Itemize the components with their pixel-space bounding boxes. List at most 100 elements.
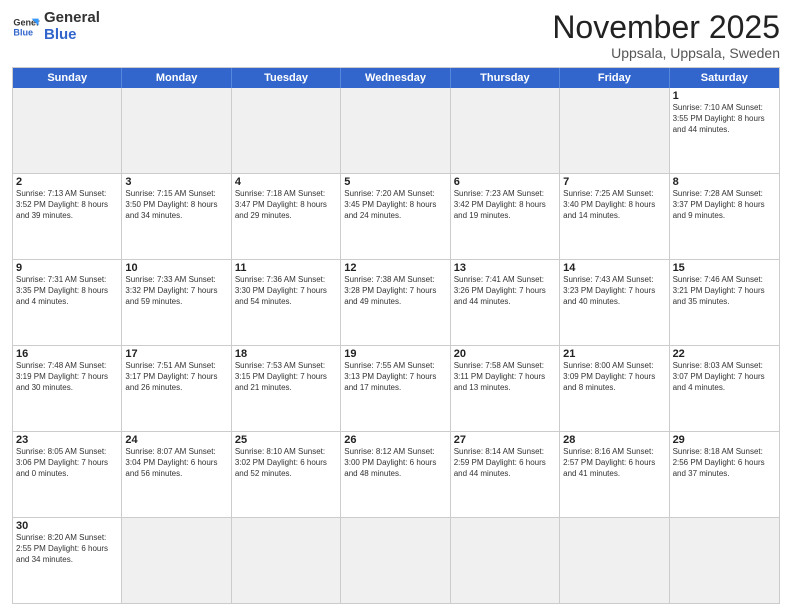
cell-info: Sunrise: 7:33 AM Sunset: 3:32 PM Dayligh…	[125, 275, 227, 307]
cell-info: Sunrise: 7:53 AM Sunset: 3:15 PM Dayligh…	[235, 361, 337, 393]
calendar-cell: 10Sunrise: 7:33 AM Sunset: 3:32 PM Dayli…	[122, 260, 231, 345]
calendar-cell: 15Sunrise: 7:46 AM Sunset: 3:21 PM Dayli…	[670, 260, 779, 345]
calendar-cell	[451, 518, 560, 603]
calendar-cell: 25Sunrise: 8:10 AM Sunset: 3:02 PM Dayli…	[232, 432, 341, 517]
calendar-cell: 13Sunrise: 7:41 AM Sunset: 3:26 PM Dayli…	[451, 260, 560, 345]
cell-info: Sunrise: 7:48 AM Sunset: 3:19 PM Dayligh…	[16, 361, 118, 393]
cell-info: Sunrise: 8:00 AM Sunset: 3:09 PM Dayligh…	[563, 361, 665, 393]
calendar-cell	[560, 88, 669, 173]
header-cell: Friday	[560, 68, 669, 88]
cell-info: Sunrise: 7:23 AM Sunset: 3:42 PM Dayligh…	[454, 189, 556, 221]
day-number: 29	[673, 434, 776, 446]
cell-info: Sunrise: 7:46 AM Sunset: 3:21 PM Dayligh…	[673, 275, 776, 307]
calendar-cell: 4Sunrise: 7:18 AM Sunset: 3:47 PM Daylig…	[232, 174, 341, 259]
cell-info: Sunrise: 7:10 AM Sunset: 3:55 PM Dayligh…	[673, 103, 776, 135]
calendar-cell: 22Sunrise: 8:03 AM Sunset: 3:07 PM Dayli…	[670, 346, 779, 431]
day-number: 6	[454, 176, 556, 188]
header-cell: Tuesday	[232, 68, 341, 88]
cell-info: Sunrise: 7:31 AM Sunset: 3:35 PM Dayligh…	[16, 275, 118, 307]
calendar-cell: 26Sunrise: 8:12 AM Sunset: 3:00 PM Dayli…	[341, 432, 450, 517]
calendar-cell: 30Sunrise: 8:20 AM Sunset: 2:55 PM Dayli…	[13, 518, 122, 603]
cell-info: Sunrise: 8:03 AM Sunset: 3:07 PM Dayligh…	[673, 361, 776, 393]
calendar-cell: 23Sunrise: 8:05 AM Sunset: 3:06 PM Dayli…	[13, 432, 122, 517]
day-number: 19	[344, 348, 446, 360]
calendar-row: 16Sunrise: 7:48 AM Sunset: 3:19 PM Dayli…	[13, 346, 779, 432]
cell-info: Sunrise: 7:36 AM Sunset: 3:30 PM Dayligh…	[235, 275, 337, 307]
calendar-cell: 17Sunrise: 7:51 AM Sunset: 3:17 PM Dayli…	[122, 346, 231, 431]
header-cell: Saturday	[670, 68, 779, 88]
calendar-cell	[122, 88, 231, 173]
header-cell: Monday	[122, 68, 231, 88]
calendar-cell	[232, 88, 341, 173]
cell-info: Sunrise: 7:43 AM Sunset: 3:23 PM Dayligh…	[563, 275, 665, 307]
cell-info: Sunrise: 8:14 AM Sunset: 2:59 PM Dayligh…	[454, 447, 556, 479]
day-number: 8	[673, 176, 776, 188]
page: General Blue General Blue November 2025 …	[0, 0, 792, 612]
day-number: 1	[673, 90, 776, 102]
day-number: 30	[16, 520, 118, 532]
calendar-cell	[341, 88, 450, 173]
calendar-cell: 8Sunrise: 7:28 AM Sunset: 3:37 PM Daylig…	[670, 174, 779, 259]
day-number: 26	[344, 434, 446, 446]
top-section: General Blue General Blue November 2025 …	[12, 10, 780, 61]
calendar-cell: 5Sunrise: 7:20 AM Sunset: 3:45 PM Daylig…	[341, 174, 450, 259]
day-number: 16	[16, 348, 118, 360]
month-title: November 2025	[552, 10, 780, 45]
day-number: 22	[673, 348, 776, 360]
logo: General Blue General Blue	[12, 10, 100, 43]
calendar-cell	[232, 518, 341, 603]
day-number: 2	[16, 176, 118, 188]
cell-info: Sunrise: 7:15 AM Sunset: 3:50 PM Dayligh…	[125, 189, 227, 221]
cell-info: Sunrise: 8:20 AM Sunset: 2:55 PM Dayligh…	[16, 533, 118, 565]
cell-info: Sunrise: 7:28 AM Sunset: 3:37 PM Dayligh…	[673, 189, 776, 221]
cell-info: Sunrise: 8:05 AM Sunset: 3:06 PM Dayligh…	[16, 447, 118, 479]
cell-info: Sunrise: 7:13 AM Sunset: 3:52 PM Dayligh…	[16, 189, 118, 221]
day-number: 25	[235, 434, 337, 446]
calendar-cell: 2Sunrise: 7:13 AM Sunset: 3:52 PM Daylig…	[13, 174, 122, 259]
calendar-cell: 3Sunrise: 7:15 AM Sunset: 3:50 PM Daylig…	[122, 174, 231, 259]
header-cell: Wednesday	[341, 68, 450, 88]
calendar-cell	[670, 518, 779, 603]
calendar: SundayMondayTuesdayWednesdayThursdayFrid…	[12, 67, 780, 604]
calendar-cell	[13, 88, 122, 173]
day-number: 21	[563, 348, 665, 360]
day-number: 7	[563, 176, 665, 188]
logo-text: General Blue	[44, 10, 100, 43]
day-number: 20	[454, 348, 556, 360]
calendar-cell: 27Sunrise: 8:14 AM Sunset: 2:59 PM Dayli…	[451, 432, 560, 517]
day-number: 18	[235, 348, 337, 360]
cell-info: Sunrise: 8:07 AM Sunset: 3:04 PM Dayligh…	[125, 447, 227, 479]
cell-info: Sunrise: 8:16 AM Sunset: 2:57 PM Dayligh…	[563, 447, 665, 479]
header-cell: Thursday	[451, 68, 560, 88]
calendar-cell: 28Sunrise: 8:16 AM Sunset: 2:57 PM Dayli…	[560, 432, 669, 517]
calendar-cell: 18Sunrise: 7:53 AM Sunset: 3:15 PM Dayli…	[232, 346, 341, 431]
calendar-cell: 1Sunrise: 7:10 AM Sunset: 3:55 PM Daylig…	[670, 88, 779, 173]
cell-info: Sunrise: 7:58 AM Sunset: 3:11 PM Dayligh…	[454, 361, 556, 393]
day-number: 5	[344, 176, 446, 188]
calendar-body: 1Sunrise: 7:10 AM Sunset: 3:55 PM Daylig…	[13, 88, 779, 603]
cell-info: Sunrise: 7:25 AM Sunset: 3:40 PM Dayligh…	[563, 189, 665, 221]
day-number: 11	[235, 262, 337, 274]
day-number: 28	[563, 434, 665, 446]
day-number: 24	[125, 434, 227, 446]
cell-info: Sunrise: 7:20 AM Sunset: 3:45 PM Dayligh…	[344, 189, 446, 221]
day-number: 23	[16, 434, 118, 446]
cell-info: Sunrise: 8:10 AM Sunset: 3:02 PM Dayligh…	[235, 447, 337, 479]
calendar-cell: 14Sunrise: 7:43 AM Sunset: 3:23 PM Dayli…	[560, 260, 669, 345]
day-number: 4	[235, 176, 337, 188]
title-section: November 2025 Uppsala, Uppsala, Sweden	[552, 10, 780, 61]
day-number: 10	[125, 262, 227, 274]
location-title: Uppsala, Uppsala, Sweden	[552, 45, 780, 61]
header-cell: Sunday	[13, 68, 122, 88]
day-number: 12	[344, 262, 446, 274]
calendar-row: 9Sunrise: 7:31 AM Sunset: 3:35 PM Daylig…	[13, 260, 779, 346]
calendar-cell: 21Sunrise: 8:00 AM Sunset: 3:09 PM Dayli…	[560, 346, 669, 431]
cell-info: Sunrise: 7:38 AM Sunset: 3:28 PM Dayligh…	[344, 275, 446, 307]
calendar-cell: 7Sunrise: 7:25 AM Sunset: 3:40 PM Daylig…	[560, 174, 669, 259]
calendar-cell: 16Sunrise: 7:48 AM Sunset: 3:19 PM Dayli…	[13, 346, 122, 431]
cell-info: Sunrise: 7:18 AM Sunset: 3:47 PM Dayligh…	[235, 189, 337, 221]
calendar-cell	[122, 518, 231, 603]
calendar-row: 1Sunrise: 7:10 AM Sunset: 3:55 PM Daylig…	[13, 88, 779, 174]
day-number: 15	[673, 262, 776, 274]
day-number: 13	[454, 262, 556, 274]
